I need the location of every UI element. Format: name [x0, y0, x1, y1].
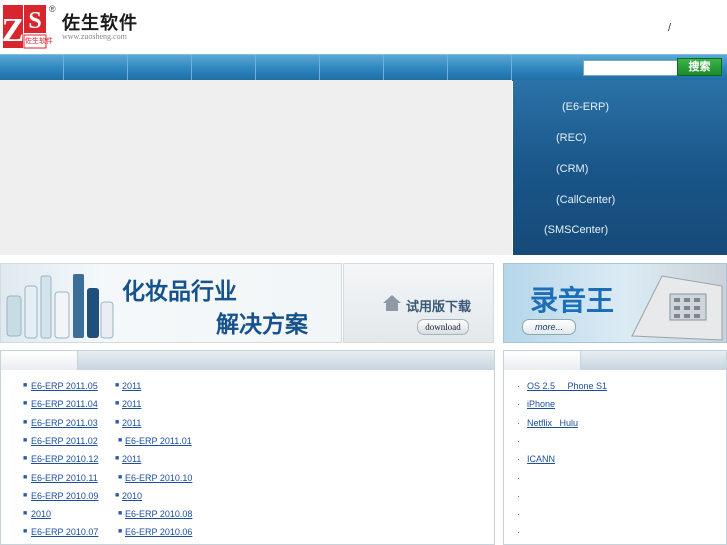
news-link[interactable]: 2011 [122, 418, 141, 428]
recorder-title: 录音王 [530, 284, 615, 317]
bullet-icon: · [517, 399, 520, 409]
bullet-icon: ■ [23, 437, 28, 444]
product-link-smscenter[interactable]: (SMSCenter) [544, 224, 608, 236]
registered-mark: ® [49, 4, 56, 14]
nav-item[interactable] [448, 55, 512, 80]
industry-news-link[interactable] [527, 436, 573, 447]
panel-tab[interactable] [1, 351, 78, 370]
bullet-icon: · [517, 473, 520, 483]
download-button[interactable]: download [417, 319, 469, 335]
top-links-separator: / [668, 22, 672, 34]
industry-news-link[interactable]: iPhone [527, 399, 573, 410]
nav-item[interactable] [384, 55, 448, 80]
bullet-icon: ■ [115, 400, 120, 407]
bullet-icon: · [517, 509, 520, 519]
bullet-icon: · [517, 527, 520, 537]
panel-tab[interactable] [504, 351, 581, 370]
trial-title: 试用版下载 [406, 300, 472, 315]
news-link[interactable]: E6-ERP 2011.01 [125, 436, 192, 446]
news-link[interactable]: E6-ERP 2010.06 [125, 527, 192, 537]
product-list-panel: (E6-ERP) (REC) (CRM) (CallCenter) (SMSCe… [513, 80, 727, 255]
bullet-icon: · [517, 491, 520, 501]
industry-news-link[interactable] [527, 527, 573, 538]
product-link-erp[interactable]: (E6-ERP) [562, 101, 609, 113]
news-link[interactable]: 2011 [122, 381, 141, 391]
bullet-icon: ■ [115, 455, 120, 462]
nav-item[interactable] [64, 55, 128, 80]
news-link[interactable]: E6-ERP 2010.08 [125, 509, 192, 519]
bullet-icon: · [517, 381, 520, 391]
house-icon [383, 295, 401, 311]
news-link[interactable]: 2011 [122, 454, 141, 464]
bullet-icon: ■ [118, 474, 123, 481]
industry-news-link[interactable]: OS 2.5 Phone S1 [527, 381, 607, 392]
nav-item[interactable] [192, 55, 256, 80]
bullet-icon: ■ [23, 528, 28, 535]
svg-text:Z: Z [2, 12, 24, 49]
product-link-callcenter[interactable]: (CallCenter) [556, 194, 615, 206]
nav-item[interactable] [320, 55, 384, 80]
news-link[interactable]: E6-ERP 2011.05 [31, 381, 98, 391]
bullet-icon: ■ [23, 382, 28, 389]
bullet-icon: · [517, 436, 520, 446]
panel-header [504, 351, 726, 370]
news-link[interactable]: E6-ERP 2010.11 [31, 473, 98, 483]
telephone-image [631, 275, 723, 341]
industry-news-link[interactable]: Netflix Hulu [527, 418, 578, 429]
bullet-icon: ■ [23, 419, 28, 426]
news-link[interactable]: 2011 [122, 399, 141, 409]
industry-news-link[interactable] [527, 509, 573, 520]
nav-item[interactable] [0, 55, 64, 80]
news-link[interactable]: 2010 [122, 491, 142, 501]
news-link[interactable]: E6-ERP 2011.03 [31, 418, 98, 428]
logo-small-text: 佐生软件 [25, 37, 53, 45]
search-input[interactable] [583, 60, 679, 76]
product-link-rec[interactable]: (REC) [556, 132, 587, 144]
nav-item[interactable] [256, 55, 320, 80]
cosmetics-title-line1: 化妆品行业 [122, 279, 237, 305]
product-link-crm[interactable]: (CRM) [556, 163, 588, 175]
industry-news-link[interactable] [527, 491, 573, 502]
industry-news-link[interactable]: ICANN [527, 454, 573, 465]
bullet-icon: ■ [118, 437, 123, 444]
bullet-icon: ■ [115, 419, 120, 426]
search-button[interactable]: 搜索 [677, 58, 722, 76]
bullet-icon: ■ [118, 528, 123, 535]
industry-news-link[interactable] [527, 473, 573, 484]
bullet-icon: ■ [23, 455, 28, 462]
recorder-more-button[interactable]: more... [522, 319, 576, 335]
bullet-icon: ■ [118, 510, 123, 517]
news-link[interactable]: E6-ERP 2011.02 [31, 436, 98, 446]
news-link[interactable]: E6-ERP 2010.07 [31, 527, 98, 537]
bullet-icon: ■ [115, 492, 120, 499]
panel-header [1, 351, 494, 370]
company-news-panel [0, 350, 495, 545]
news-link[interactable]: E6-ERP 2010.09 [31, 491, 98, 501]
bullet-icon: ■ [23, 492, 28, 499]
news-link[interactable]: E6-ERP 2011.04 [31, 399, 98, 409]
svg-text:S: S [28, 8, 41, 34]
nav-item[interactable] [128, 55, 192, 80]
news-link[interactable]: E6-ERP 2010.12 [31, 454, 98, 464]
bullet-icon: ■ [23, 400, 28, 407]
banner-area [0, 80, 512, 255]
cosmetics-title-line2: 解决方案 [216, 312, 308, 338]
bullet-icon: ■ [115, 382, 120, 389]
site-url: www.zuosheng.com [62, 32, 127, 41]
news-link[interactable]: 2010 [31, 509, 51, 519]
cosmetics-bottles-image [6, 274, 114, 339]
bullet-icon: ■ [23, 474, 28, 481]
bullet-icon: · [517, 454, 520, 464]
bullet-icon: · [517, 418, 520, 428]
news-link[interactable]: E6-ERP 2010.10 [125, 473, 192, 483]
bullet-icon: ■ [23, 510, 28, 517]
